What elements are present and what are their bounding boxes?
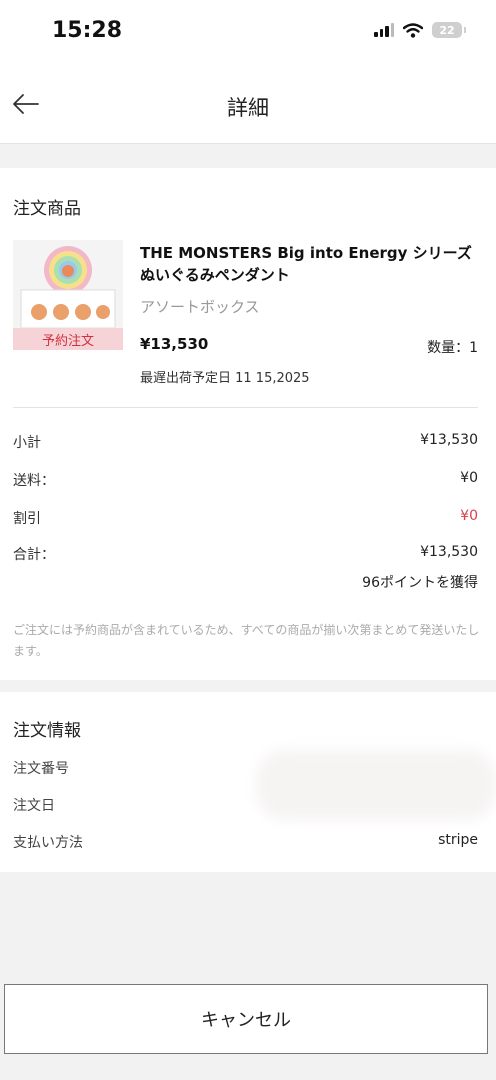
subtotal-value: ¥13,530 <box>420 432 478 448</box>
product-thumbnail[interactable]: 予約注文 <box>13 240 123 350</box>
order-date-label: 注文日 <box>13 798 55 814</box>
signal-icon <box>374 23 394 37</box>
product-variant: アソートボックス <box>140 298 260 316</box>
divider <box>13 407 478 408</box>
discount-label: 割引 <box>13 511 41 527</box>
total-value: ¥13,530 <box>420 544 478 560</box>
shipping-value: ¥0 <box>460 470 478 486</box>
discount-value: ¥0 <box>460 508 478 524</box>
nav-bar: 詳細 <box>0 64 496 144</box>
battery-icon: 22 <box>432 22 466 38</box>
subtotal-label: 小計 <box>13 435 41 451</box>
ship-date: 最遅出荷予定日 11 15,2025 <box>140 371 310 386</box>
preorder-badge: 予約注文 <box>13 328 123 350</box>
order-number-label: 注文番号 <box>13 761 69 777</box>
ordered-products-card: 注文商品 予約注文 THE MONSTERS Big into Energy シ… <box>0 168 496 680</box>
section-title-order-info: 注文情報 <box>13 721 81 741</box>
product-quantity: 数量：1 <box>427 340 478 356</box>
order-info-card: 注文情報 注文番号 注文日 支払い方法 stripe <box>0 692 496 872</box>
shipping-label: 送料： <box>13 473 55 489</box>
status-time: 15:28 <box>52 18 123 43</box>
product-name[interactable]: THE MONSTERS Big into Energy シリーズ ぬいぐるみペ… <box>140 242 486 286</box>
points-earned: 96ポイントを獲得 <box>362 575 478 591</box>
preorder-notice: ご注文には予約商品が含まれているため、すべての商品が揃い次第まとめて発送いたしま… <box>13 623 480 658</box>
section-title-products: 注文商品 <box>13 199 81 219</box>
page-title: 詳細 <box>227 96 269 120</box>
total-label: 合計： <box>13 547 55 563</box>
status-bar: 15:28 22 <box>0 0 496 64</box>
payment-method-label: 支払い方法 <box>13 835 83 851</box>
payment-method-value: stripe <box>438 832 478 848</box>
wifi-icon <box>403 22 423 38</box>
battery-level: 22 <box>439 23 455 37</box>
product-price: ¥13,530 <box>140 335 209 353</box>
status-icons: 22 <box>374 22 466 38</box>
cancel-button[interactable]: キャンセル <box>4 984 488 1054</box>
redacted-area <box>256 750 496 820</box>
